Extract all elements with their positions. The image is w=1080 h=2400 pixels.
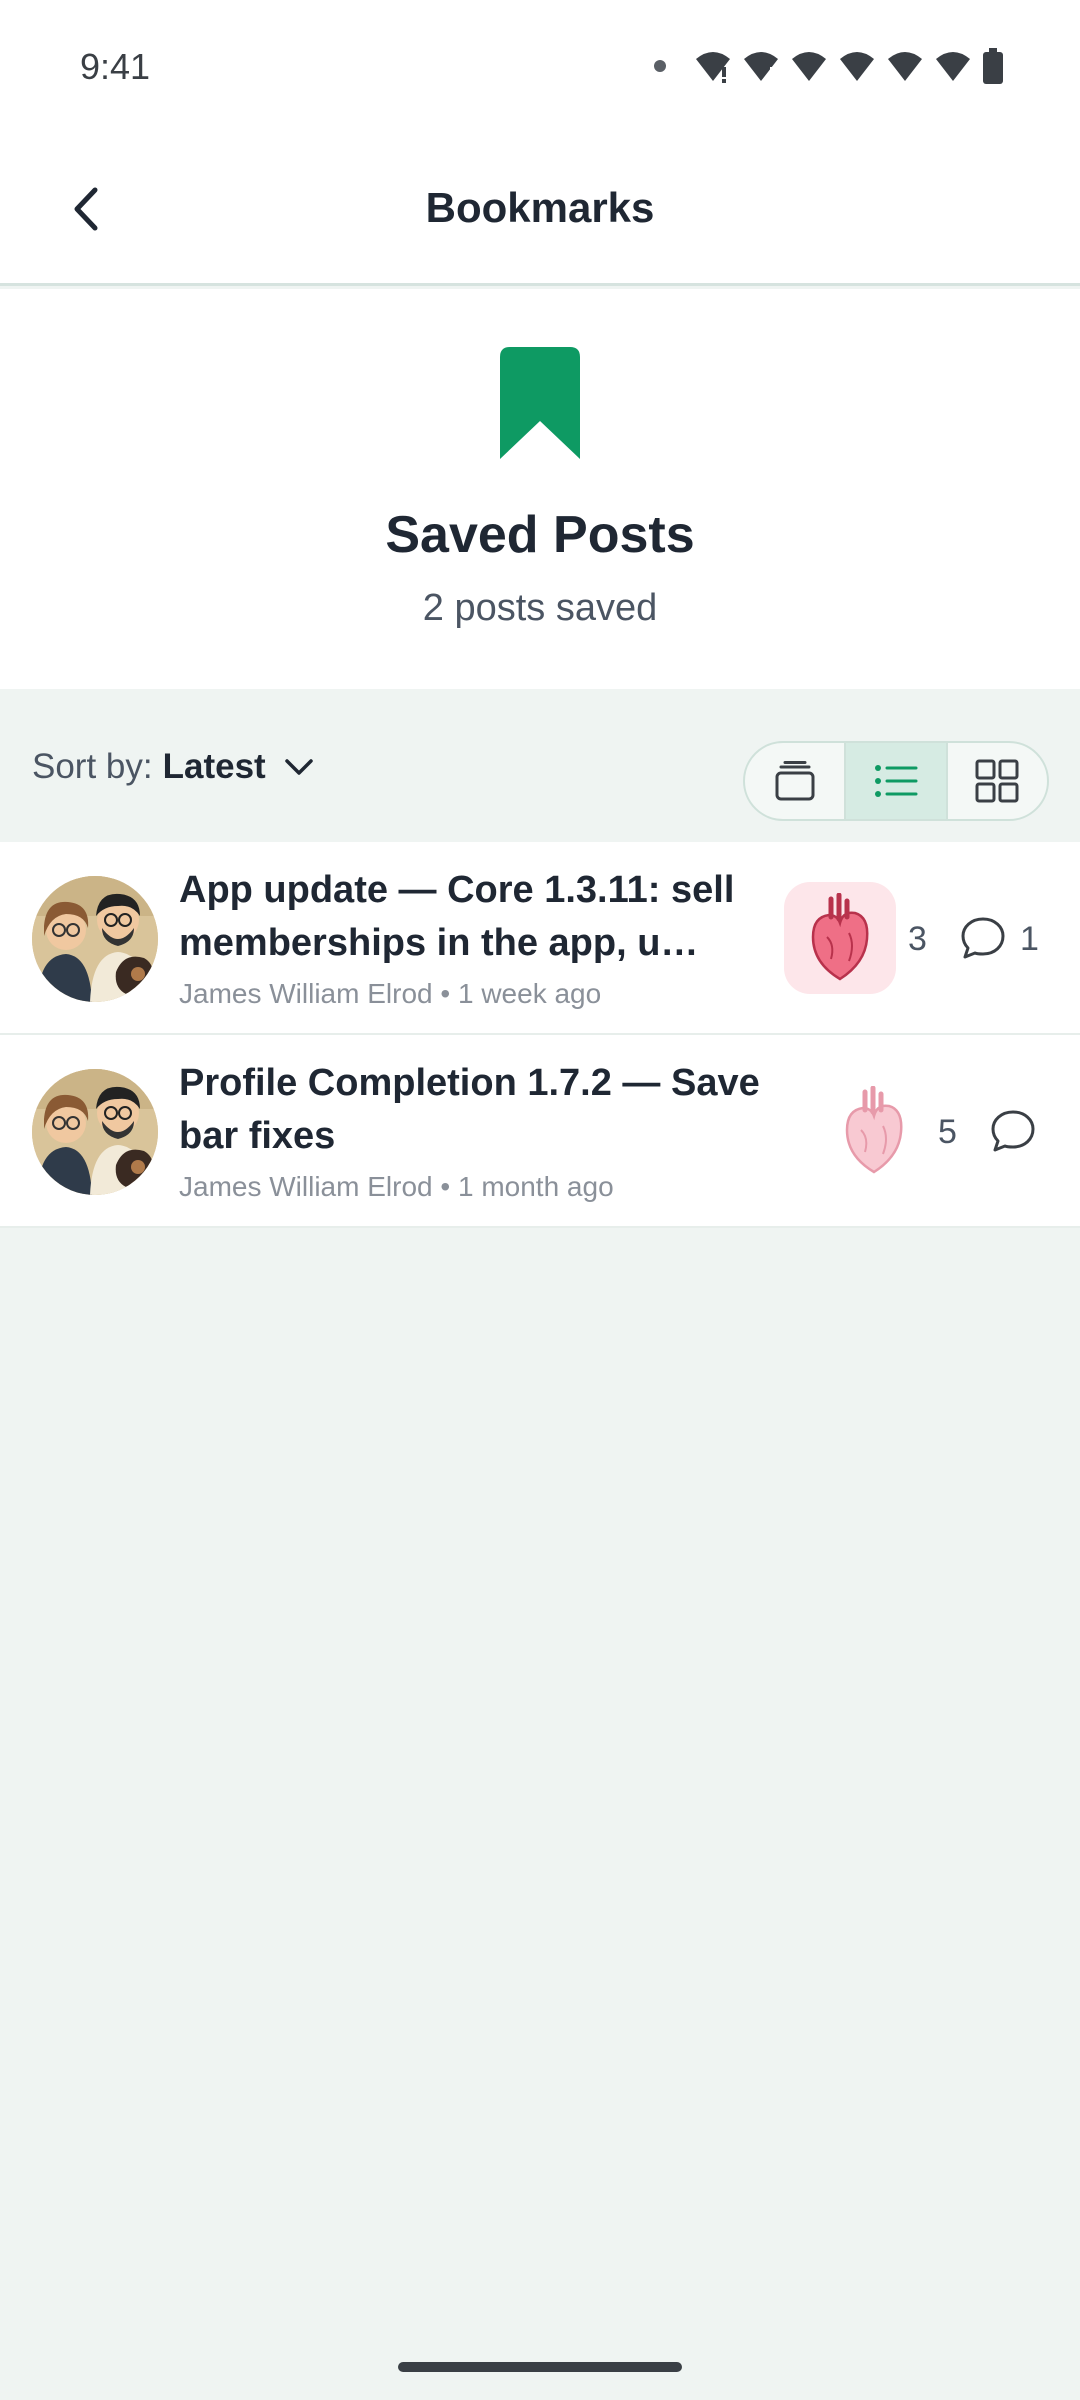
battery-icon: [983, 48, 1003, 84]
status-bar: 9:41: [0, 0, 1080, 136]
post-time: 1 month ago: [457, 1171, 614, 1202]
card-stack-icon: [775, 761, 815, 801]
hero-subtitle: 2 posts saved: [422, 587, 658, 629]
notification-dot-icon: [654, 60, 666, 72]
sort-dropdown[interactable]: Sort by: Latest: [32, 747, 314, 787]
view-mode-toggle: [743, 741, 1049, 821]
page-title: Bookmarks: [425, 184, 655, 231]
post-title: App update — Core 1.3.11: sell membershi…: [179, 869, 735, 964]
reaction-button[interactable]: [784, 882, 896, 994]
wifi-alert-icon: [936, 52, 970, 81]
wifi-alert-icon: [696, 52, 730, 83]
bookmark-icon: [500, 347, 580, 459]
wifi-alert-icon: [792, 52, 826, 81]
card-view-button[interactable]: [745, 743, 847, 819]
reaction-count: 3: [908, 920, 927, 958]
wifi-alert-icon: [744, 52, 778, 81]
grid-view-button[interactable]: [948, 743, 1047, 819]
post-meta: James William Elrod • 1 week ago: [179, 978, 601, 1010]
avatar: [32, 876, 158, 1002]
post-author: James William Elrod: [179, 1171, 433, 1202]
meta-separator: •: [440, 978, 451, 1009]
heart-icon: [845, 1086, 903, 1174]
list-item[interactable]: App update — Core 1.3.11: sell membershi…: [0, 842, 1080, 1035]
reaction-button[interactable]: [818, 1075, 930, 1187]
list-icon: [874, 765, 918, 797]
post-author: James William Elrod: [179, 978, 433, 1009]
saved-posts-list: App update — Core 1.3.11: sell membershi…: [0, 842, 1080, 1228]
meta-separator: •: [440, 1171, 451, 1202]
sort-value: Latest: [162, 747, 266, 786]
post-title: Profile Completion 1.7.2 — Save bar fixe…: [179, 1062, 760, 1157]
avatar: [32, 1069, 158, 1195]
wifi-alert-icon: [840, 52, 874, 81]
saved-posts-hero: Saved Posts 2 posts saved: [0, 289, 1080, 689]
list-view-button[interactable]: [846, 743, 948, 819]
post-time: 1 week ago: [457, 978, 602, 1009]
grid-icon: [975, 759, 1019, 803]
heart-icon: [811, 893, 869, 981]
comment-icon[interactable]: [960, 916, 1006, 960]
wifi-alert-icon: [888, 52, 922, 81]
post-meta: James William Elrod • 1 month ago: [179, 1171, 614, 1203]
reaction-count: 5: [938, 1113, 957, 1151]
chevron-down-icon: [284, 757, 314, 777]
list-item[interactable]: Profile Completion 1.7.2 — Save bar fixe…: [0, 1035, 1080, 1228]
sort-label: Sort by:: [32, 747, 153, 786]
app-header: Bookmarks: [0, 136, 1080, 286]
status-icons: [654, 48, 1004, 84]
hero-title: Saved Posts: [385, 506, 695, 564]
comment-count: 1: [1020, 920, 1039, 958]
status-time: 9:41: [80, 46, 151, 87]
home-indicator[interactable]: [398, 2362, 682, 2372]
comment-icon[interactable]: [990, 1109, 1036, 1153]
list-toolbar: Sort by: Latest: [0, 689, 1080, 842]
